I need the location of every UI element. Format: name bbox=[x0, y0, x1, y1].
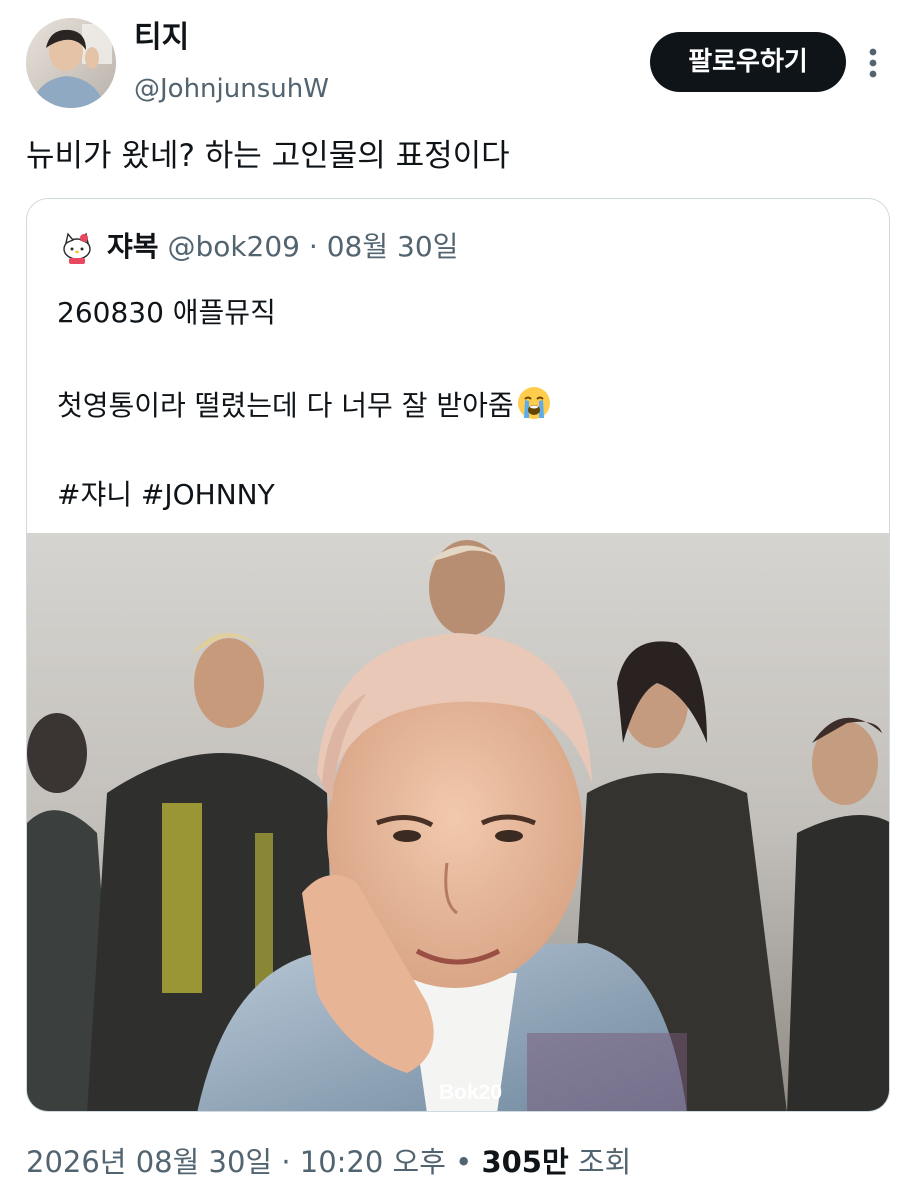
quoted-tweet-line-2-row: 첫영통이라 떨렸는데 다 너무 잘 받아줌 bbox=[57, 385, 552, 426]
follow-button[interactable]: 팔로우하기 bbox=[650, 32, 846, 92]
meta-separator: · bbox=[308, 230, 318, 263]
author-handle[interactable]: @JohnjunsuhW bbox=[134, 72, 329, 106]
quoted-tweet-card[interactable]: 쟈복 @bok209 · 08월 30일 260830 애플뮤직 첫영통이라 떨… bbox=[26, 198, 890, 1112]
loudly-crying-face-icon bbox=[516, 385, 552, 421]
video-call-photo: Bok20 bbox=[27, 533, 889, 1111]
hello-kitty-icon bbox=[63, 232, 91, 264]
tweet-date[interactable]: 2026년 08월 30일 bbox=[26, 1145, 272, 1179]
more-vertical-icon bbox=[869, 48, 877, 78]
quoted-author-handle[interactable]: @bok209 bbox=[167, 230, 300, 263]
profile-photo-icon bbox=[26, 18, 116, 108]
author-avatar[interactable] bbox=[26, 18, 116, 108]
photo-watermark: Bok20 bbox=[439, 1081, 502, 1104]
quoted-tweet-hashtags[interactable]: #쟈니 #JOHNNY bbox=[57, 475, 275, 515]
quoted-tweet-photo[interactable]: Bok20 bbox=[27, 533, 889, 1111]
quoted-author-name[interactable]: 쟈복 bbox=[107, 230, 159, 263]
more-options-button[interactable] bbox=[858, 38, 888, 88]
quoted-tweet-line-1: 260830 애플뮤직 bbox=[57, 296, 276, 329]
footer-separator: · bbox=[281, 1145, 291, 1179]
tweet-footer: 2026년 08월 30일 · 10:20 오후 • 305만 조회 bbox=[26, 1140, 631, 1184]
author-display-name[interactable]: 티지 bbox=[134, 18, 189, 58]
quoted-tweet-line-2: 첫영통이라 떨렸는데 다 너무 잘 받아줌 bbox=[57, 389, 514, 422]
tweet-text: 뉴비가 왔네? 하는 고인물의 표정이다 bbox=[26, 138, 510, 174]
footer-separator-2: • bbox=[455, 1145, 473, 1179]
quoted-tweet-date[interactable]: 08월 30일 bbox=[327, 230, 459, 263]
views-count: 305만 bbox=[481, 1145, 569, 1179]
quoted-author-avatar[interactable] bbox=[59, 229, 95, 265]
views-label: 조회 bbox=[577, 1145, 632, 1179]
quoted-tweet-meta: 쟈복 @bok209 · 08월 30일 bbox=[107, 227, 458, 267]
tweet-time[interactable]: 10:20 오후 bbox=[300, 1145, 446, 1179]
tweet-header: 티지 @JohnjunsuhW 팔로우하기 bbox=[0, 0, 918, 120]
